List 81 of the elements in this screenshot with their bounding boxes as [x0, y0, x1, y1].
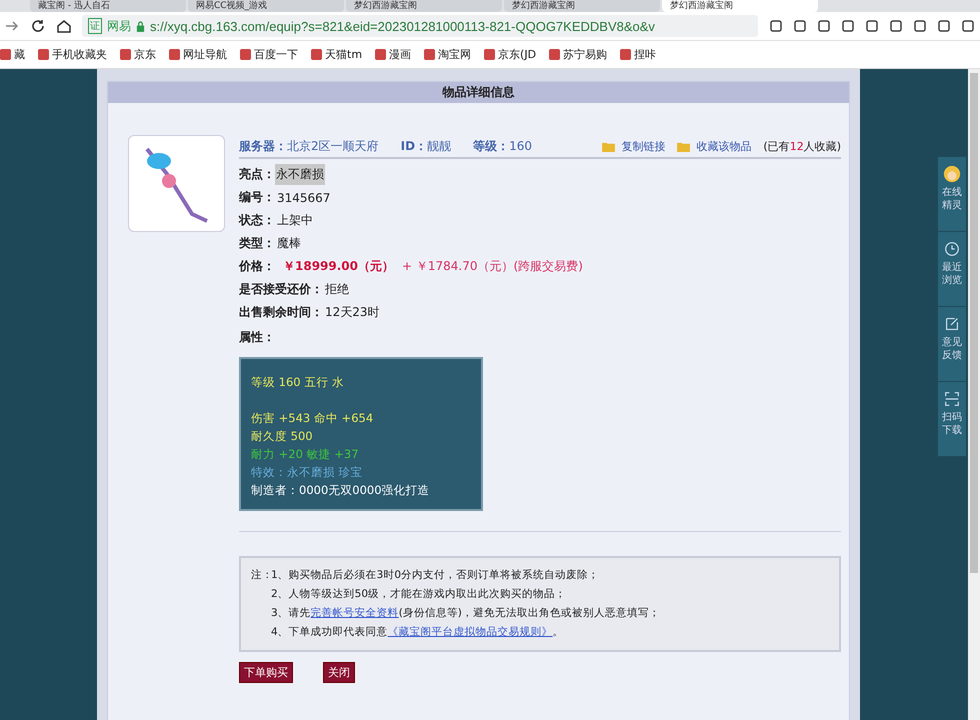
reload-icon[interactable]	[30, 18, 46, 34]
favorite-link[interactable]: 收藏该物品	[696, 138, 752, 154]
price-value: ￥18999.00（元）	[283, 258, 394, 275]
toolbar-icon[interactable]	[960, 18, 976, 34]
browser-tab[interactable]: 梦幻西游藏宝阁	[504, 0, 660, 12]
favorite-count: (已有12人收藏)	[763, 138, 841, 154]
browser-tab[interactable]: 网易CC视频_游戏	[188, 0, 344, 12]
field-label: 编号：	[239, 189, 275, 206]
address-bar[interactable]: 证 网易 s://xyq.cbg.163.com/equip?s=821&eid=202301281000113-821-QQOG7KEDDBV8&o&v	[82, 15, 758, 37]
clock-icon	[943, 240, 961, 258]
scrollbar[interactable]	[968, 69, 980, 720]
field-value: 上架中	[277, 212, 313, 229]
toolbar-icon[interactable]	[912, 18, 928, 34]
meta-text: ID：靓靓	[400, 138, 452, 154]
toolbar-icon[interactable]	[936, 18, 952, 34]
toolbar-icon[interactable]	[864, 18, 880, 34]
toolbar-icon[interactable]	[840, 18, 856, 34]
site-label: 网易	[107, 18, 131, 34]
bookmark-item[interactable]: 漫画	[375, 47, 412, 62]
note-text: 1、购买物品后必须在3时0分内支付，否则订单将被系统自动废除；	[271, 568, 600, 583]
bookmark-item[interactable]: 京东(JD	[484, 47, 536, 62]
url-text: s://xyq.cbg.163.com/equip?s=821&eid=202301281000113-821-QQOG7KEDDBV8&o&v	[150, 18, 655, 34]
bookmark-item[interactable]: 淘宝网	[424, 47, 472, 62]
note-prefix: 注：	[251, 568, 271, 583]
lock-icon	[136, 20, 145, 32]
attribute-line: 制造者：0000无双0000强化打造	[251, 482, 431, 499]
action-button[interactable]: 下单购买	[239, 662, 293, 683]
meta-text: 等级：160	[473, 138, 532, 154]
toolbar-icon[interactable]	[888, 18, 904, 34]
meta-text: 服务器：北京2区一顺天府	[239, 138, 379, 154]
bookmark-item[interactable]: 百度一下	[240, 47, 298, 62]
bookmark-item[interactable]: 天猫tm	[311, 47, 362, 62]
attribute-line: 耐力 +20 敏捷 +37	[251, 446, 360, 463]
home-icon[interactable]	[56, 18, 72, 34]
toolbar-icon[interactable]	[792, 18, 808, 34]
field-value: 魔棒	[277, 235, 301, 252]
field-value: 12天23时	[325, 304, 380, 321]
bookmark-item[interactable]: 苏宁易购	[549, 47, 608, 62]
browser-tab[interactable]: 梦幻西游藏宝阁	[662, 0, 818, 12]
field-value: 拒绝	[325, 281, 349, 298]
panel-title: 物品详细信息	[108, 82, 849, 103]
dock-button[interactable]: 扫码下载	[938, 382, 966, 457]
bookmark-item[interactable]: 网址导航	[169, 47, 227, 62]
action-button[interactable]: 关闭	[323, 662, 355, 683]
browser-tab[interactable]: 梦幻西游藏宝阁	[346, 0, 502, 12]
attribute-line: 耐久度 500	[251, 428, 314, 445]
bookmark-item[interactable]: 手机收藏夹	[38, 47, 107, 62]
scan-icon	[943, 390, 961, 408]
field-label: 亮点：	[239, 166, 275, 183]
note-text: 2、人物等级达到50级，才能在游戏内取出此次购买的物品；	[271, 587, 566, 602]
note-text: 3、请先完善帐号安全资料(身份信息等)，避免无法取出角色或被别人恶意填写；	[271, 606, 660, 621]
note-link[interactable]: 完善帐号安全资料	[310, 607, 399, 619]
certificate-badge: 证	[88, 18, 102, 34]
field-label: 是否接受还价：	[239, 281, 323, 298]
folder-icon	[677, 140, 690, 152]
copy-link[interactable]: 复制链接	[621, 138, 666, 154]
note-link[interactable]: 《藏宝阁平台虚拟物品交易规则》	[388, 626, 553, 638]
attribute-line: 特效：永不磨损 珍宝	[251, 464, 364, 481]
browser-tab[interactable]: 藏宝阁 - 迅人自石	[30, 0, 186, 12]
toolbar-icon[interactable]	[816, 18, 832, 34]
edit-icon	[943, 315, 961, 333]
dock-button[interactable]: 最近浏览	[938, 232, 966, 307]
attribute-line: 伤害 +543 命中 +654	[251, 410, 374, 427]
bookmark-item[interactable]: 捏咔	[620, 47, 656, 62]
field-label: 属性：	[239, 329, 275, 346]
attribute-line: 等级 160 五行 水	[251, 374, 345, 391]
toolbar-icon[interactable]	[768, 18, 784, 34]
field-label: 类型：	[239, 235, 275, 252]
folder-icon	[602, 140, 616, 152]
field-value: 3145667	[277, 190, 330, 204]
fee-text: + ￥1784.70（元）(跨服交易费)	[402, 258, 583, 275]
field-label: 状态：	[239, 212, 275, 229]
avatar-icon	[943, 165, 961, 183]
field-value: 永不磨损	[275, 164, 325, 185]
bookmark-item[interactable]: 京东	[120, 47, 156, 62]
dock-button[interactable]: 在线精灵	[938, 157, 966, 232]
field-label: 价格：	[239, 258, 275, 275]
field-label: 出售剩余时间：	[239, 304, 323, 321]
bookmark-item[interactable]: 藏	[0, 47, 25, 62]
dock-button[interactable]: 意见反馈	[938, 307, 966, 382]
note-text: 4、下单成功即代表同意《藏宝阁平台虚拟物品交易规则》。	[271, 625, 564, 640]
